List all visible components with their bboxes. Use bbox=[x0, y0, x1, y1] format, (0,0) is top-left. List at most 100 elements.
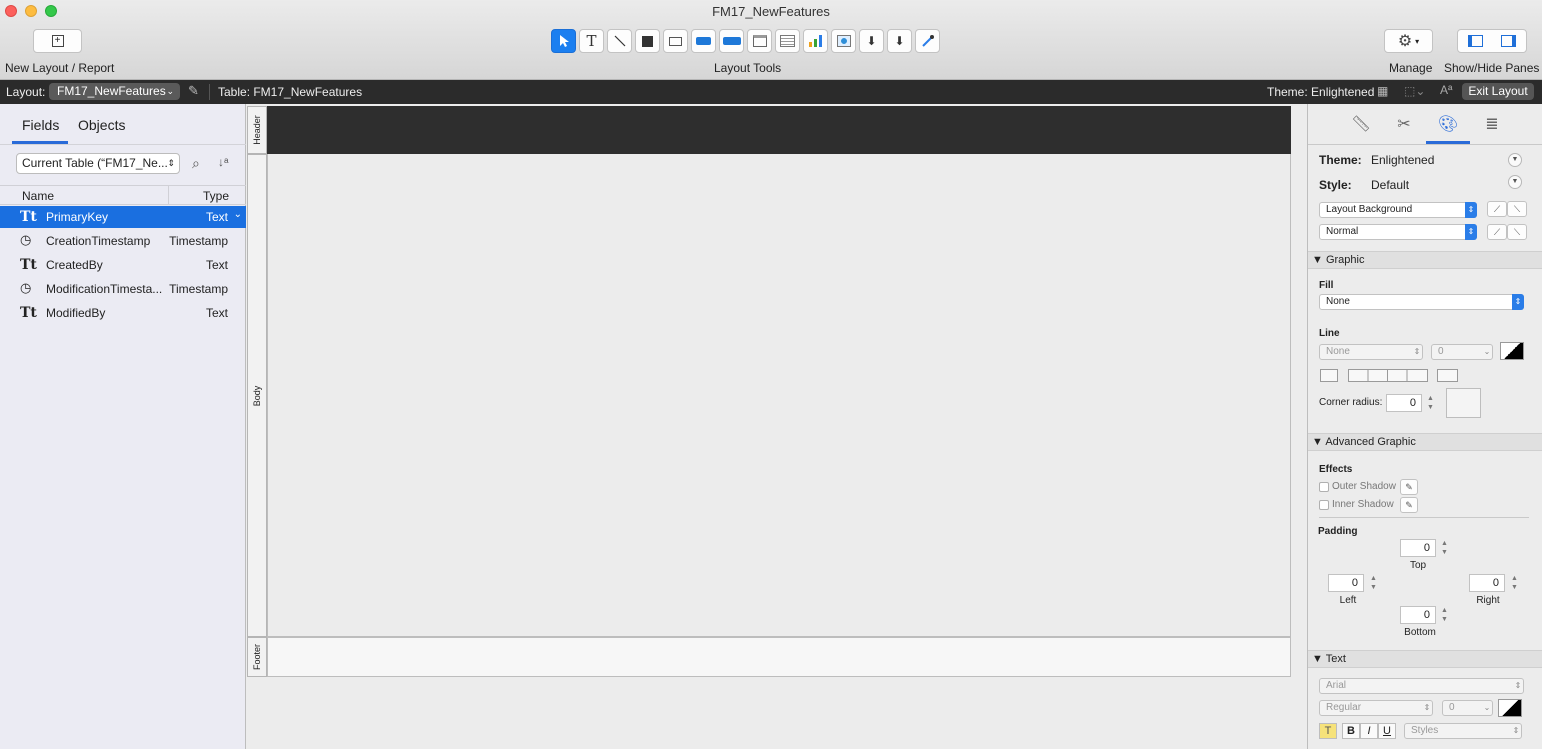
text-highlight-icon[interactable]: T bbox=[1319, 723, 1337, 739]
styles-tab-tools-icon[interactable]: ✂ bbox=[1389, 114, 1419, 136]
tab-objects[interactable]: Objects bbox=[78, 117, 125, 133]
chevron-down-icon[interactable]: ⌄ bbox=[234, 209, 242, 220]
theme-icon[interactable]: ▦ bbox=[1377, 84, 1388, 98]
part-label-header[interactable]: Header bbox=[247, 106, 267, 154]
line-width-select[interactable]: 0 ⌄ bbox=[1431, 344, 1493, 360]
advanced-graphic-section-header[interactable]: ▼ Advanced Graphic bbox=[1308, 433, 1542, 451]
theme-menu-button[interactable]: ▼ bbox=[1508, 153, 1522, 167]
italic-icon[interactable]: I bbox=[1360, 723, 1378, 739]
layout-canvas[interactable]: Header Body Footer bbox=[247, 104, 1307, 749]
show-hide-label: Show/Hide Panes bbox=[1444, 61, 1540, 75]
layout-selector[interactable]: FM17_NewFeatures ⌄ bbox=[49, 83, 180, 100]
line-style-select[interactable]: None ⇕ bbox=[1319, 344, 1423, 360]
corner-radius-field[interactable]: 0 bbox=[1386, 394, 1422, 412]
text-tool[interactable]: T bbox=[579, 29, 604, 53]
column-name-header[interactable]: Name bbox=[22, 189, 54, 203]
pencil-icon[interactable]: ✎ bbox=[188, 83, 199, 99]
web-viewer-tool[interactable] bbox=[831, 29, 856, 53]
header-part[interactable] bbox=[267, 106, 1291, 154]
field-row-modifiedby[interactable]: Tt ModifiedBy Text bbox=[0, 302, 246, 324]
position-tab-ruler-icon[interactable]: 📏︎ bbox=[1346, 114, 1376, 136]
pencil-icon[interactable]: ✎ bbox=[1400, 479, 1418, 495]
eyedropper-icon[interactable]: ⟋ bbox=[1487, 201, 1507, 217]
stepper-icon[interactable]: ▲ ▼ bbox=[1426, 394, 1435, 412]
body-part[interactable] bbox=[267, 154, 1291, 637]
style-label: Style: bbox=[1319, 178, 1352, 192]
bold-icon[interactable]: B bbox=[1342, 723, 1360, 739]
portal-tool[interactable] bbox=[775, 29, 800, 53]
padding-right-field[interactable]: 0 bbox=[1469, 574, 1505, 592]
line-color-well[interactable] bbox=[1500, 342, 1524, 360]
corner-selector-icon[interactable] bbox=[1446, 388, 1481, 418]
clear-style-icon[interactable]: ⟍ bbox=[1507, 201, 1527, 217]
sort-icon[interactable]: ↓ᵃ bbox=[218, 155, 228, 169]
state-select[interactable]: Normal ⇕ bbox=[1319, 224, 1477, 240]
font-size-select[interactable]: 0 ⌄ bbox=[1442, 700, 1493, 716]
outer-shadow-checkbox[interactable] bbox=[1319, 482, 1329, 492]
manage-button[interactable]: ⚙ ▾ bbox=[1384, 29, 1433, 53]
part-label-footer[interactable]: Footer bbox=[247, 637, 267, 677]
text-color-well[interactable] bbox=[1498, 699, 1522, 717]
pointer-tool[interactable] bbox=[551, 29, 576, 53]
padding-bottom-field[interactable]: 0 bbox=[1400, 606, 1436, 624]
button-bar-tool[interactable] bbox=[719, 29, 744, 53]
chart-tool[interactable] bbox=[803, 29, 828, 53]
stepper-icon[interactable]: ▲ ▼ bbox=[1440, 606, 1449, 624]
pencil-icon[interactable]: ✎ bbox=[1400, 497, 1418, 513]
stepper-icon[interactable]: ▲ ▼ bbox=[1510, 574, 1519, 592]
popover-button-tool[interactable]: ⬇ bbox=[859, 29, 884, 53]
appearance-tab-palette-icon[interactable]: 🎨︎ bbox=[1433, 114, 1463, 136]
clear-style-icon[interactable]: ⟍ bbox=[1507, 224, 1527, 240]
tab-control-tool[interactable] bbox=[747, 29, 772, 53]
field-row-creationtimestamp[interactable]: ◷ CreationTimestamp Timestamp bbox=[0, 230, 246, 252]
style-menu-button[interactable]: ▼ bbox=[1508, 175, 1522, 189]
column-type-header[interactable]: Type bbox=[203, 189, 229, 203]
button-tool[interactable] bbox=[691, 29, 716, 53]
layout-label: Layout: bbox=[6, 85, 46, 99]
text-section-header[interactable]: ▼ Text bbox=[1308, 650, 1542, 668]
line-tool[interactable] bbox=[607, 29, 632, 53]
fill-select[interactable]: None ⇕ bbox=[1319, 294, 1524, 310]
part-label-body[interactable]: Body bbox=[247, 154, 267, 637]
font-size-icon[interactable]: Aª bbox=[1440, 83, 1452, 97]
inner-shadow-checkbox[interactable] bbox=[1319, 500, 1329, 510]
underline-icon[interactable]: U bbox=[1378, 723, 1396, 739]
border-all-icon[interactable] bbox=[1320, 369, 1338, 382]
stepper-icon[interactable]: ▲ ▼ bbox=[1440, 539, 1449, 557]
padding-left-field[interactable]: 0 bbox=[1328, 574, 1364, 592]
tab-fields[interactable]: Fields bbox=[22, 117, 59, 133]
corner-radius-label: Corner radius: bbox=[1319, 397, 1383, 408]
field-tool[interactable] bbox=[663, 29, 688, 53]
divider bbox=[1319, 517, 1529, 518]
table-selector[interactable]: Current Table (“FM17_Ne... ⇕ bbox=[16, 153, 180, 174]
grid-icon[interactable]: ⬚⌄ bbox=[1404, 84, 1425, 98]
eyedropper-icon[interactable]: ⟋ bbox=[1487, 224, 1507, 240]
footer-part[interactable] bbox=[267, 637, 1291, 677]
exit-layout-button[interactable]: Exit Layout bbox=[1462, 83, 1534, 100]
object-part-select[interactable]: Layout Background ⇕ bbox=[1319, 202, 1477, 218]
new-layout-button[interactable]: + bbox=[33, 29, 82, 53]
chevron-updown-icon: ⇕ bbox=[1465, 224, 1477, 240]
insert-field-tool[interactable]: ⬇ bbox=[887, 29, 912, 53]
fields-panel: Fields Objects Current Table (“FM17_Ne..… bbox=[0, 104, 246, 749]
new-layout-label: New Layout / Report bbox=[5, 61, 115, 75]
field-row-modificationtimestamp[interactable]: ◷ ModificationTimesta... Timestamp bbox=[0, 278, 246, 300]
field-row-createdby[interactable]: Tt CreatedBy Text bbox=[0, 254, 246, 276]
line-label: Line bbox=[1319, 328, 1340, 339]
show-hide-panes-button[interactable] bbox=[1457, 29, 1527, 53]
text-styles-select[interactable]: Styles ⇕ bbox=[1404, 723, 1522, 739]
field-row-primarykey[interactable]: Tt PrimaryKey Text ⌄ bbox=[0, 206, 246, 228]
search-icon[interactable]: ⌕ bbox=[192, 155, 200, 172]
popover-icon: ⬇ bbox=[866, 34, 877, 48]
font-style-select[interactable]: Regular ⇕ bbox=[1319, 700, 1433, 716]
border-between-icon[interactable] bbox=[1437, 369, 1458, 382]
format-painter-tool[interactable] bbox=[915, 29, 940, 53]
chevron-updown-icon: ⇕ bbox=[1413, 347, 1421, 356]
shape-tool[interactable] bbox=[635, 29, 660, 53]
font-select[interactable]: Arial ⇕ bbox=[1319, 678, 1524, 694]
border-sides-icon[interactable] bbox=[1348, 369, 1428, 382]
padding-top-field[interactable]: 0 bbox=[1400, 539, 1436, 557]
stepper-icon[interactable]: ▲ ▼ bbox=[1369, 574, 1378, 592]
graphic-section-header[interactable]: ▼ Graphic bbox=[1308, 251, 1542, 269]
data-tab-database-icon[interactable]: ≣ bbox=[1477, 114, 1507, 136]
